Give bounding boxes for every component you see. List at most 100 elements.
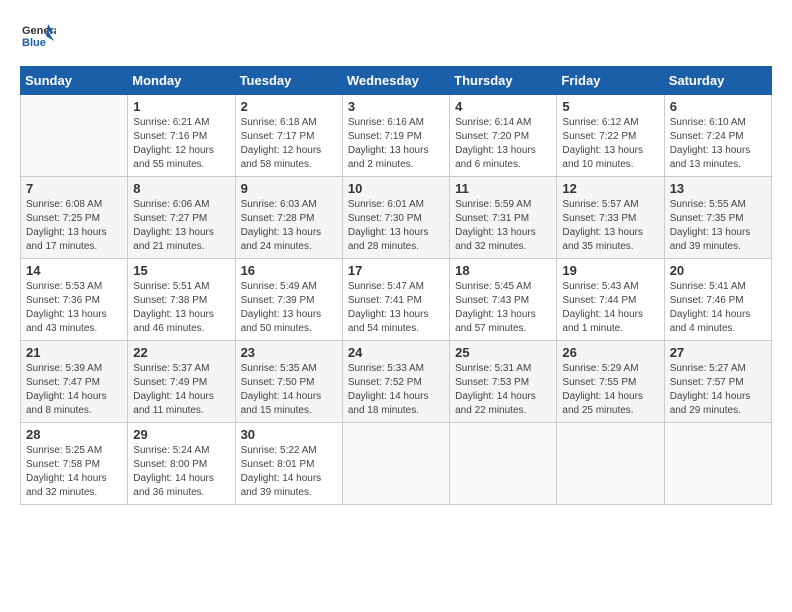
day-number: 21 bbox=[26, 345, 122, 360]
day-number: 7 bbox=[26, 181, 122, 196]
weekday-header: Saturday bbox=[664, 67, 771, 95]
calendar-cell: 28Sunrise: 5:25 AMSunset: 7:58 PMDayligh… bbox=[21, 423, 128, 505]
day-number: 29 bbox=[133, 427, 229, 442]
calendar-cell: 3 Sunrise: 6:16 AMSunset: 7:19 PMDaylight… bbox=[342, 95, 449, 177]
day-info: Sunrise: 5:53 AMSunset: 7:36 PMDaylight:… bbox=[26, 280, 122, 336]
day-info: Sunrise: 6:01 AMSunset: 7:30 PMDaylight:… bbox=[348, 198, 444, 254]
svg-text:Blue: Blue bbox=[22, 37, 46, 49]
calendar-cell: 8 Sunrise: 6:06 AMSunset: 7:27 PMDaylight… bbox=[128, 177, 235, 259]
day-number: 22 bbox=[133, 345, 229, 360]
day-number: 13 bbox=[670, 181, 766, 196]
calendar-cell: 1 Sunrise: 6:21 AMSunset: 7:16 PMDaylight… bbox=[128, 95, 235, 177]
day-info: Sunrise: 6:03 AMSunset: 7:28 PMDaylight:… bbox=[241, 198, 337, 254]
calendar-cell: 17 Sunrise: 5:47 AMSunset: 7:41 PMDayligh… bbox=[342, 259, 449, 341]
day-info: Sunrise: 6:14 AMSunset: 7:20 PMDaylight:… bbox=[455, 116, 551, 172]
calendar-cell: 9Sunrise: 6:03 AMSunset: 7:28 PMDaylight… bbox=[235, 177, 342, 259]
calendar-cell: 12 Sunrise: 5:57 AMSunset: 7:33 PMDayligh… bbox=[557, 177, 664, 259]
day-number: 12 bbox=[562, 181, 658, 196]
calendar-cell: 10Sunrise: 6:01 AMSunset: 7:30 PMDayligh… bbox=[342, 177, 449, 259]
day-number: 19 bbox=[562, 263, 658, 278]
day-info: Sunrise: 5:57 AMSunset: 7:33 PMDaylight:… bbox=[562, 198, 658, 254]
calendar-cell: 24 Sunrise: 5:33 AMSunset: 7:52 PMDayligh… bbox=[342, 341, 449, 423]
calendar-cell: 13 Sunrise: 5:55 AMSunset: 7:35 PMDayligh… bbox=[664, 177, 771, 259]
day-info: Sunrise: 5:27 AMSunset: 7:57 PMDaylight:… bbox=[670, 362, 766, 418]
day-number: 15 bbox=[133, 263, 229, 278]
calendar-week-row: 14 Sunrise: 5:53 AMSunset: 7:36 PMDayligh… bbox=[21, 259, 772, 341]
day-info: Sunrise: 5:24 AMSunset: 8:00 PMDaylight:… bbox=[133, 444, 229, 500]
calendar-cell: 25Sunrise: 5:31 AMSunset: 7:53 PMDayligh… bbox=[450, 341, 557, 423]
day-number: 26 bbox=[562, 345, 658, 360]
day-info: Sunrise: 6:10 AMSunset: 7:24 PMDaylight:… bbox=[670, 116, 766, 172]
day-number: 1 bbox=[133, 99, 229, 114]
logo-graphic: General Blue bbox=[20, 20, 56, 56]
day-number: 14 bbox=[26, 263, 122, 278]
day-number: 20 bbox=[670, 263, 766, 278]
calendar-cell: 6 Sunrise: 6:10 AMSunset: 7:24 PMDaylight… bbox=[664, 95, 771, 177]
day-info: Sunrise: 5:47 AMSunset: 7:41 PMDaylight:… bbox=[348, 280, 444, 336]
day-info: Sunrise: 5:33 AMSunset: 7:52 PMDaylight:… bbox=[348, 362, 444, 418]
calendar-cell: 26 Sunrise: 5:29 AMSunset: 7:55 PMDayligh… bbox=[557, 341, 664, 423]
weekday-header: Friday bbox=[557, 67, 664, 95]
day-info: Sunrise: 5:45 AMSunset: 7:43 PMDaylight:… bbox=[455, 280, 551, 336]
calendar-cell bbox=[557, 423, 664, 505]
calendar-cell: 20Sunrise: 5:41 AMSunset: 7:46 PMDayligh… bbox=[664, 259, 771, 341]
day-number: 3 bbox=[348, 99, 444, 114]
day-info: Sunrise: 6:16 AMSunset: 7:19 PMDaylight:… bbox=[348, 116, 444, 172]
calendar-cell: 2 Sunrise: 6:18 AMSunset: 7:17 PMDaylight… bbox=[235, 95, 342, 177]
calendar-cell: 4 Sunrise: 6:14 AMSunset: 7:20 PMDaylight… bbox=[450, 95, 557, 177]
day-info: Sunrise: 5:43 AMSunset: 7:44 PMDaylight:… bbox=[562, 280, 658, 336]
weekday-header: Thursday bbox=[450, 67, 557, 95]
day-number: 30 bbox=[241, 427, 337, 442]
day-info: Sunrise: 5:51 AMSunset: 7:38 PMDaylight:… bbox=[133, 280, 229, 336]
calendar-week-row: 21 Sunrise: 5:39 AMSunset: 7:47 PMDayligh… bbox=[21, 341, 772, 423]
calendar-cell: 5 Sunrise: 6:12 AMSunset: 7:22 PMDaylight… bbox=[557, 95, 664, 177]
day-number: 17 bbox=[348, 263, 444, 278]
calendar-cell bbox=[21, 95, 128, 177]
day-info: Sunrise: 6:08 AMSunset: 7:25 PMDaylight:… bbox=[26, 198, 122, 254]
day-number: 25 bbox=[455, 345, 551, 360]
day-number: 11 bbox=[455, 181, 551, 196]
calendar-cell: 22 Sunrise: 5:37 AMSunset: 7:49 PMDayligh… bbox=[128, 341, 235, 423]
calendar-cell: 30 Sunrise: 5:22 AMSunset: 8:01 PMDayligh… bbox=[235, 423, 342, 505]
calendar-cell bbox=[664, 423, 771, 505]
calendar-cell: 16Sunrise: 5:49 AMSunset: 7:39 PMDayligh… bbox=[235, 259, 342, 341]
day-number: 4 bbox=[455, 99, 551, 114]
day-info: Sunrise: 6:06 AMSunset: 7:27 PMDaylight:… bbox=[133, 198, 229, 254]
calendar-cell: 18 Sunrise: 5:45 AMSunset: 7:43 PMDayligh… bbox=[450, 259, 557, 341]
weekday-header: Sunday bbox=[21, 67, 128, 95]
day-number: 5 bbox=[562, 99, 658, 114]
logo: General Blue bbox=[20, 20, 56, 56]
day-number: 18 bbox=[455, 263, 551, 278]
calendar-cell: 11 Sunrise: 5:59 AMSunset: 7:31 PMDayligh… bbox=[450, 177, 557, 259]
calendar-cell: 14 Sunrise: 5:53 AMSunset: 7:36 PMDayligh… bbox=[21, 259, 128, 341]
day-number: 27 bbox=[670, 345, 766, 360]
day-info: Sunrise: 6:21 AMSunset: 7:16 PMDaylight:… bbox=[133, 116, 229, 172]
day-info: Sunrise: 5:22 AMSunset: 8:01 PMDaylight:… bbox=[241, 444, 337, 500]
weekday-header: Monday bbox=[128, 67, 235, 95]
day-number: 2 bbox=[241, 99, 337, 114]
calendar-cell: 29 Sunrise: 5:24 AMSunset: 8:00 PMDayligh… bbox=[128, 423, 235, 505]
calendar-week-row: 7 Sunrise: 6:08 AMSunset: 7:25 PMDaylight… bbox=[21, 177, 772, 259]
calendar-cell: 19 Sunrise: 5:43 AMSunset: 7:44 PMDayligh… bbox=[557, 259, 664, 341]
day-info: Sunrise: 6:12 AMSunset: 7:22 PMDaylight:… bbox=[562, 116, 658, 172]
calendar-cell: 15 Sunrise: 5:51 AMSunset: 7:38 PMDayligh… bbox=[128, 259, 235, 341]
day-number: 8 bbox=[133, 181, 229, 196]
day-info: Sunrise: 5:55 AMSunset: 7:35 PMDaylight:… bbox=[670, 198, 766, 254]
day-number: 6 bbox=[670, 99, 766, 114]
calendar-table: SundayMondayTuesdayWednesdayThursdayFrid… bbox=[20, 66, 772, 505]
day-number: 24 bbox=[348, 345, 444, 360]
calendar-cell bbox=[450, 423, 557, 505]
day-number: 23 bbox=[241, 345, 337, 360]
calendar-cell: 27 Sunrise: 5:27 AMSunset: 7:57 PMDayligh… bbox=[664, 341, 771, 423]
day-info: Sunrise: 5:59 AMSunset: 7:31 PMDaylight:… bbox=[455, 198, 551, 254]
calendar-cell: 7 Sunrise: 6:08 AMSunset: 7:25 PMDaylight… bbox=[21, 177, 128, 259]
weekday-header-row: SundayMondayTuesdayWednesdayThursdayFrid… bbox=[21, 67, 772, 95]
day-info: Sunrise: 5:37 AMSunset: 7:49 PMDaylight:… bbox=[133, 362, 229, 418]
day-info: Sunrise: 5:29 AMSunset: 7:55 PMDaylight:… bbox=[562, 362, 658, 418]
page-header: General Blue bbox=[20, 20, 772, 56]
calendar-cell bbox=[342, 423, 449, 505]
day-info: Sunrise: 5:35 AMSunset: 7:50 PMDaylight:… bbox=[241, 362, 337, 418]
day-info: Sunrise: 6:18 AMSunset: 7:17 PMDaylight:… bbox=[241, 116, 337, 172]
day-info: Sunrise: 5:39 AMSunset: 7:47 PMDaylight:… bbox=[26, 362, 122, 418]
calendar-cell: 21 Sunrise: 5:39 AMSunset: 7:47 PMDayligh… bbox=[21, 341, 128, 423]
